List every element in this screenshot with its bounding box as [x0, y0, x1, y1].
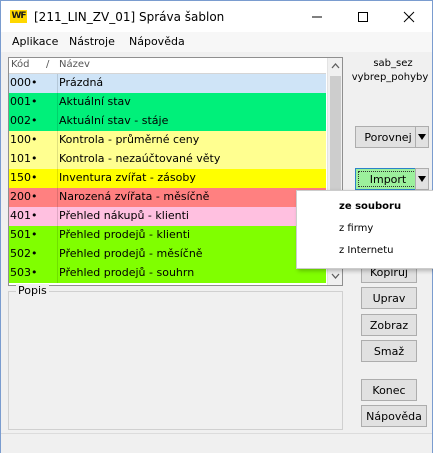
- konec-button[interactable]: Konec: [361, 379, 417, 401]
- column-header-name[interactable]: Název: [59, 59, 90, 70]
- chevron-down-icon: [418, 134, 426, 140]
- row-code: 501•: [10, 228, 38, 241]
- main-window: WF [211_LIN_ZV_01] Správa šablon Aplikac…: [0, 0, 433, 453]
- row-separator: [57, 264, 58, 283]
- uprav-button[interactable]: Uprav: [361, 287, 417, 309]
- maximize-icon: [358, 11, 368, 22]
- row-code: 503•: [10, 266, 38, 279]
- scroll-down-icon[interactable]: [328, 269, 343, 284]
- table-row[interactable]: 502• Přehled prodejů - měsíčně: [9, 245, 326, 264]
- focus-rectangle: [358, 171, 418, 187]
- template-name-label: sab_sez: [373, 58, 413, 69]
- row-separator: [57, 131, 58, 150]
- porovnej-dropdown-button[interactable]: [415, 126, 429, 148]
- row-separator: [57, 207, 58, 226]
- menu-bar: Aplikace Nástroje Nápověda: [1, 32, 432, 52]
- title-bar: WF [211_LIN_ZV_01] Správa šablon: [1, 1, 432, 32]
- popis-label: Popis: [16, 284, 49, 297]
- row-name: Prázdná: [59, 76, 104, 89]
- scroll-up-icon[interactable]: [328, 59, 343, 74]
- row-separator: [57, 112, 58, 131]
- row-separator: [57, 188, 58, 207]
- menu-aplikace[interactable]: Aplikace: [12, 35, 58, 48]
- napoveda-button[interactable]: Nápověda: [361, 405, 427, 427]
- row-code: 002•: [10, 114, 38, 127]
- minimize-button[interactable]: [294, 1, 340, 32]
- smaz-button[interactable]: Smaž: [361, 340, 417, 362]
- row-code: 100•: [10, 133, 38, 146]
- import-button[interactable]: Import: [355, 168, 421, 190]
- close-button[interactable]: [386, 1, 432, 32]
- row-name: Přehled prodejů - klienti: [59, 228, 191, 241]
- table-row[interactable]: 001• Aktuální stav: [9, 93, 326, 112]
- grid-header: Kód / Název: [9, 58, 326, 74]
- table-row[interactable]: 503• Přehled prodejů - souhrn: [9, 264, 326, 283]
- table-row[interactable]: 200• Narozená zvířata - měsíčně: [9, 188, 326, 207]
- menu-item-z-firmy[interactable]: z firmy: [339, 223, 373, 234]
- row-name: Aktuální stav: [59, 95, 131, 108]
- window-title: [211_LIN_ZV_01] Správa šablon: [34, 10, 225, 24]
- minimize-icon: [312, 16, 322, 17]
- sort-indicator-icon: /: [46, 59, 50, 70]
- table-row[interactable]: 501• Přehled prodejů - klienti: [9, 226, 326, 245]
- row-code: 000•: [10, 76, 38, 89]
- menu-napoveda[interactable]: Nápověda: [129, 35, 185, 48]
- chevron-down-icon: [418, 176, 426, 182]
- row-name: Inventura zvířat - zásoby: [59, 171, 196, 184]
- menu-item-ze-souboru[interactable]: ze souboru: [339, 201, 401, 212]
- popis-groupbox: Popis: [8, 284, 343, 430]
- table-row[interactable]: 101• Kontrola - nezaúčtované věty: [9, 150, 326, 169]
- table-row[interactable]: 100• Kontrola - průměrné ceny: [9, 131, 326, 150]
- template-group-label: vybrep_pohyby: [351, 72, 429, 83]
- maximize-button[interactable]: [340, 1, 386, 32]
- row-name: Přehled prodejů - souhrn: [59, 266, 195, 279]
- row-name: Narozená zvířata - měsíčně: [59, 190, 210, 203]
- row-name: Přehled nákupů - klienti: [59, 209, 189, 222]
- row-code: 200•: [10, 190, 38, 203]
- porovnej-button[interactable]: Porovnej: [355, 126, 421, 148]
- row-name: Přehled prodejů - měsíčně: [59, 247, 203, 260]
- status-bar: [1, 433, 432, 453]
- template-grid[interactable]: Kód / Název 000• Prázdná 001• Aktuální stav…: [8, 57, 343, 286]
- row-code: 150•: [10, 171, 38, 184]
- table-row[interactable]: 000• Prázdná: [9, 74, 326, 93]
- row-separator: [57, 169, 58, 188]
- row-separator: [57, 93, 58, 112]
- zobraz-button[interactable]: Zobraz: [361, 314, 417, 336]
- row-name: Kontrola - průměrné ceny: [59, 133, 200, 146]
- row-separator: [57, 226, 58, 245]
- table-row[interactable]: 401• Přehled nákupů - klienti: [9, 207, 326, 226]
- row-code: 101•: [10, 152, 38, 165]
- import-dropdown-menu: ze souboru z firmy z Internetu: [296, 190, 433, 269]
- import-dropdown-button[interactable]: [415, 168, 429, 190]
- app-logo-icon: WF: [10, 10, 27, 23]
- row-code: 001•: [10, 95, 38, 108]
- row-separator: [57, 74, 58, 93]
- row-code: 502•: [10, 247, 38, 260]
- row-separator: [57, 245, 58, 264]
- row-name: Kontrola - nezaúčtované věty: [59, 152, 221, 165]
- column-header-code[interactable]: Kód: [11, 59, 30, 70]
- table-row[interactable]: 002• Aktuální stav - stáje: [9, 112, 326, 131]
- table-row[interactable]: 150• Inventura zvířat - zásoby: [9, 169, 326, 188]
- menu-nastroje[interactable]: Nástroje: [69, 35, 115, 48]
- row-code: 401•: [10, 209, 38, 222]
- close-icon: [403, 11, 415, 22]
- row-separator: [57, 150, 58, 169]
- row-name: Aktuální stav - stáje: [59, 114, 169, 127]
- menu-item-z-internetu[interactable]: z Internetu: [339, 245, 393, 256]
